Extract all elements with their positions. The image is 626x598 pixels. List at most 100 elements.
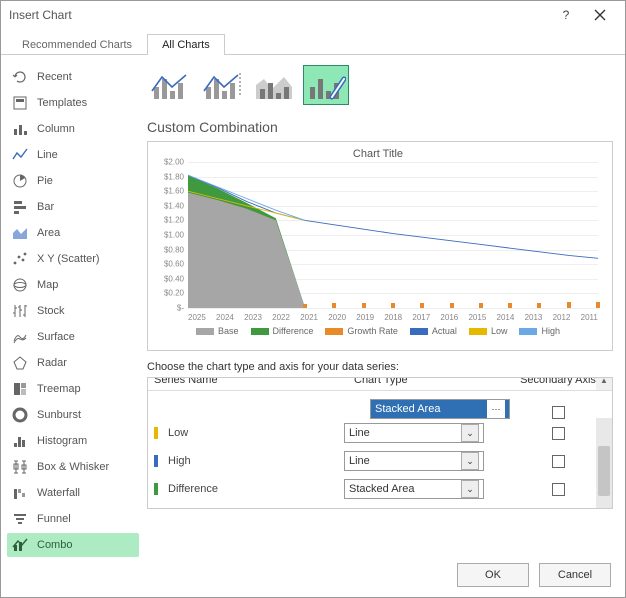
chevron-down-icon: ⋯: [487, 400, 505, 418]
sidebar-item-label: Radar: [37, 357, 67, 369]
dialog-title: Insert Chart: [9, 8, 549, 22]
scatter-icon: [11, 250, 29, 268]
x-tick-label: 2011: [581, 313, 598, 322]
chevron-down-icon: ⌄: [461, 452, 479, 470]
column-icon: [11, 120, 29, 138]
sidebar-item-label: Histogram: [37, 435, 87, 447]
sidebar-item-label: Templates: [37, 97, 87, 109]
sidebar-item-treemap[interactable]: Treemap: [7, 377, 139, 401]
series-color-marker: [154, 427, 158, 439]
sidebar-item-label: Treemap: [37, 383, 81, 395]
scroll-up-icon[interactable]: ▲: [596, 377, 612, 390]
sidebar-item-histogram[interactable]: Histogram: [7, 429, 139, 453]
scrollbar-handle[interactable]: [598, 446, 610, 496]
sidebar-item-recent[interactable]: Recent: [7, 65, 139, 89]
chart-preview[interactable]: Chart Title $2.00$1.80$1.60$1.40$1.20$1.…: [147, 141, 613, 351]
series-type-select-partial[interactable]: Stacked Area ⋯: [370, 399, 510, 419]
secondary-axis-checkbox[interactable]: [552, 455, 565, 468]
legend-item: High: [519, 326, 560, 336]
series-name: Low: [168, 427, 344, 439]
pie-icon: [11, 172, 29, 190]
cancel-button[interactable]: Cancel: [539, 563, 611, 587]
sidebar-item-label: X Y (Scatter): [37, 253, 100, 265]
chart-legend: BaseDifferenceGrowth RateActualLowHigh: [154, 326, 602, 336]
y-tick-label: $1.60: [154, 187, 184, 196]
line-icon: [11, 146, 29, 164]
legend-item: Difference: [251, 326, 314, 336]
sidebar-item-line[interactable]: Line: [7, 143, 139, 167]
secondary-axis-checkbox[interactable]: [552, 427, 565, 440]
sidebar-item-label: Recent: [37, 71, 72, 83]
y-tick-label: $1.80: [154, 172, 184, 181]
select-value: Line: [349, 455, 370, 467]
tabs: Recommended Charts All Charts: [1, 29, 625, 55]
sidebar-item-label: Funnel: [37, 513, 71, 525]
sidebar-item-templates[interactable]: Templates: [7, 91, 139, 115]
sidebar-item-column[interactable]: Column: [7, 117, 139, 141]
ok-button[interactable]: OK: [457, 563, 529, 587]
x-tick-label: 2021: [300, 313, 318, 322]
x-tick-label: 2017: [412, 313, 430, 322]
combo-subtype-1[interactable]: [147, 65, 193, 105]
sidebar-item-label: Bar: [37, 201, 54, 213]
sidebar-item-radar[interactable]: Radar: [7, 351, 139, 375]
sidebar-item-waterfall[interactable]: Waterfall: [7, 481, 139, 505]
series-type-select[interactable]: Line⌄: [344, 423, 484, 443]
treemap-icon: [11, 380, 29, 398]
combo-subtype-3[interactable]: [251, 65, 297, 105]
series-row: HighLine⌄: [148, 447, 612, 475]
series-name: Difference: [168, 483, 344, 495]
secondary-axis-checkbox[interactable]: [552, 406, 565, 419]
y-tick-label: $1.40: [154, 201, 184, 210]
sidebar-item-pie[interactable]: Pie: [7, 169, 139, 193]
x-tick-label: 2016: [440, 313, 458, 322]
x-tick-label: 2020: [328, 313, 346, 322]
sidebar-item-map[interactable]: Map: [7, 273, 139, 297]
legend-item: Base: [196, 326, 239, 336]
x-tick-label: 2019: [356, 313, 374, 322]
x-tick-label: 2012: [553, 313, 571, 322]
funnel-icon: [11, 510, 29, 528]
box-whisker-icon: [11, 458, 29, 476]
sidebar-item-label: Map: [37, 279, 58, 291]
sidebar-item-stock[interactable]: Stock: [7, 299, 139, 323]
chart-title: Chart Title: [154, 148, 602, 160]
combo-subtype-2[interactable]: [199, 65, 245, 105]
sidebar-item-label: Surface: [37, 331, 75, 343]
series-header: Choose the chart type and axis for your …: [147, 361, 613, 373]
legend-item: Low: [469, 326, 508, 336]
sidebar-item-label: Stock: [37, 305, 65, 317]
sidebar-item-funnel[interactable]: Funnel: [7, 507, 139, 531]
tab-all-charts[interactable]: All Charts: [147, 34, 225, 55]
tab-recommended[interactable]: Recommended Charts: [7, 34, 147, 55]
sidebar-item-surface[interactable]: Surface: [7, 325, 139, 349]
recent-icon: [11, 68, 29, 86]
chevron-down-icon: ⌄: [461, 424, 479, 442]
sunburst-icon: [11, 406, 29, 424]
series-row: LowLine⌄: [148, 419, 612, 447]
close-button[interactable]: [583, 3, 617, 27]
sidebar-item-boxwhisker[interactable]: Box & Whisker: [7, 455, 139, 479]
area-icon: [11, 224, 29, 242]
sidebar-item-area[interactable]: Area: [7, 221, 139, 245]
chart-plot-area: $2.00$1.80$1.60$1.40$1.20$1.00$0.80$0.60…: [188, 162, 598, 308]
sidebar-item-sunburst[interactable]: Sunburst: [7, 403, 139, 427]
y-tick-label: $2.00: [154, 158, 184, 167]
y-tick-label: $-: [154, 304, 184, 313]
series-type-select[interactable]: Stacked Area⌄: [344, 479, 484, 499]
series-type-select[interactable]: Line ⌄: [344, 451, 484, 471]
series-color-marker: [154, 455, 158, 467]
sidebar-item-scatter[interactable]: X Y (Scatter): [7, 247, 139, 271]
help-button[interactable]: ?: [549, 3, 583, 27]
bar-icon: [11, 198, 29, 216]
sidebar-item-bar[interactable]: Bar: [7, 195, 139, 219]
select-value: Stacked Area: [375, 403, 440, 415]
radar-icon: [11, 354, 29, 372]
sidebar-item-label: Combo: [37, 539, 72, 551]
combo-subtype-custom[interactable]: [303, 65, 349, 105]
y-tick-label: $0.40: [154, 274, 184, 283]
sidebar-item-label: Area: [37, 227, 60, 239]
secondary-axis-checkbox[interactable]: [552, 483, 565, 496]
scrollbar[interactable]: [596, 418, 612, 508]
series-col-name: Series Name: [154, 377, 344, 386]
